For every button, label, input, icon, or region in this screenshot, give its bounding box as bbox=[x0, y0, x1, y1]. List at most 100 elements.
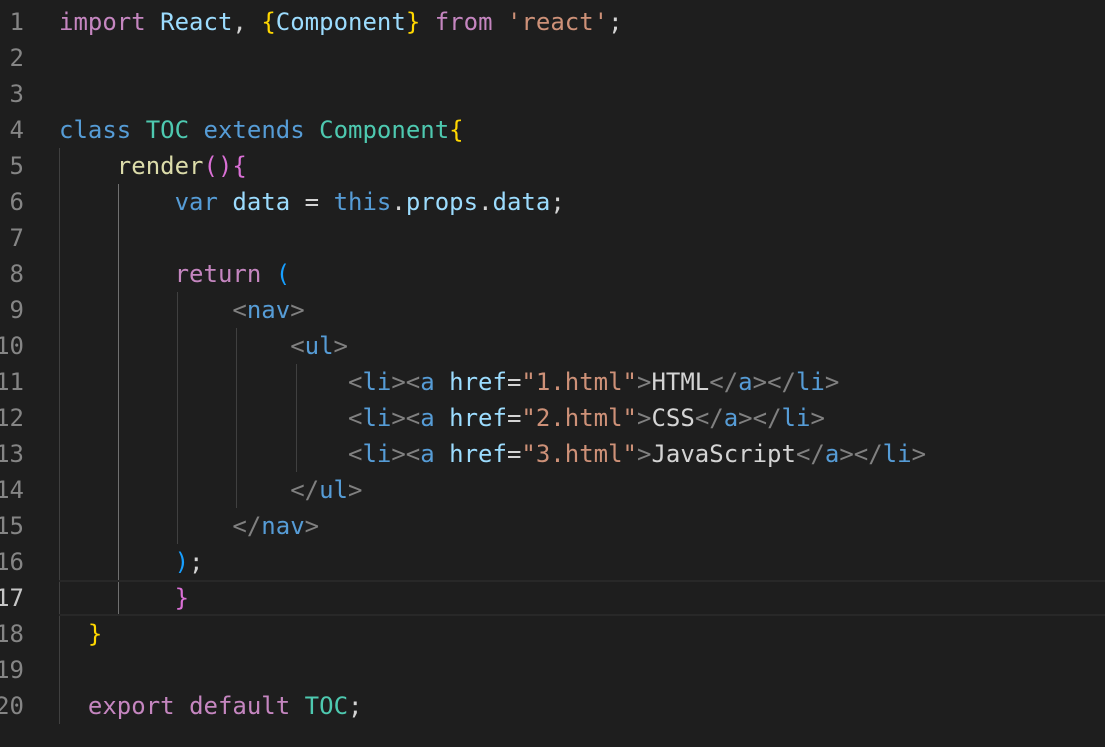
token: ul bbox=[304, 332, 334, 360]
token: extends bbox=[203, 116, 305, 144]
token: Component bbox=[275, 8, 406, 36]
token: default bbox=[189, 692, 291, 720]
code-line-12[interactable]: <li><a href="2.html">CSS</a></li> bbox=[59, 400, 1105, 436]
code-line-6[interactable]: var data = this.props.data; bbox=[59, 184, 1105, 220]
code-editor[interactable]: 1 2 3 4 5 6 7 8 9 10 11 12 13 14 15 16 1… bbox=[0, 0, 1105, 747]
line-number: 9 bbox=[9, 296, 24, 324]
code-line-20[interactable]: export default TOC; bbox=[59, 688, 1105, 724]
token: } bbox=[174, 584, 190, 612]
token: li bbox=[795, 368, 825, 396]
token: , bbox=[232, 8, 262, 36]
code-line-18[interactable]: } bbox=[59, 616, 1105, 652]
code-line-11[interactable]: <li><a href="1.html">HTML</a></li> bbox=[59, 364, 1105, 400]
token: > bbox=[348, 476, 363, 504]
token: ; bbox=[189, 548, 204, 576]
token: a bbox=[723, 404, 739, 432]
token: > bbox=[637, 404, 652, 432]
token: CSS bbox=[651, 404, 695, 432]
token: ; bbox=[550, 188, 565, 216]
line-number: 6 bbox=[9, 188, 24, 216]
token: li bbox=[781, 404, 811, 432]
code-line-8[interactable]: return ( bbox=[59, 256, 1105, 292]
token: = bbox=[506, 404, 522, 432]
code-line-4[interactable]: class TOC extends Component{ bbox=[59, 112, 1105, 148]
code-line-14[interactable]: </ul> bbox=[59, 472, 1105, 508]
line-number-active: 17 bbox=[0, 584, 24, 612]
token: a bbox=[420, 404, 435, 432]
line-number: 1 bbox=[9, 8, 24, 36]
code-line-2[interactable] bbox=[59, 40, 1105, 76]
line-number: 12 bbox=[0, 404, 24, 432]
token: href bbox=[449, 404, 507, 432]
token: data bbox=[232, 188, 291, 216]
token: ( bbox=[275, 260, 291, 288]
token: ) bbox=[217, 152, 233, 180]
token: > bbox=[290, 296, 305, 324]
token: = bbox=[290, 188, 334, 216]
token: data bbox=[492, 188, 551, 216]
token: ( bbox=[203, 152, 218, 180]
token: HTML bbox=[651, 368, 710, 396]
token: < bbox=[290, 332, 305, 360]
token: . bbox=[478, 188, 493, 216]
token: a bbox=[738, 368, 753, 396]
code-line-9[interactable]: <nav> bbox=[59, 292, 1105, 328]
line-number: 14 bbox=[0, 476, 24, 504]
token: </ bbox=[795, 440, 825, 468]
line-number: 16 bbox=[0, 548, 24, 576]
token: from bbox=[434, 8, 493, 36]
token: </ bbox=[767, 368, 796, 396]
line-number: 5 bbox=[9, 152, 24, 180]
token: nav bbox=[246, 296, 291, 324]
code-line-3[interactable] bbox=[59, 76, 1105, 112]
token: </ bbox=[853, 440, 883, 468]
token: { bbox=[261, 8, 276, 36]
token: "3.html" bbox=[521, 440, 637, 468]
token: > bbox=[391, 440, 406, 468]
code-line-17-current[interactable]: } bbox=[59, 580, 1105, 616]
code-line-16[interactable]: ); bbox=[59, 544, 1105, 580]
line-number: 18 bbox=[0, 620, 24, 648]
code-line-15[interactable]: </nav> bbox=[59, 508, 1105, 544]
token: < bbox=[232, 296, 247, 324]
token: < bbox=[405, 440, 421, 468]
token: props bbox=[405, 188, 479, 216]
line-number: 11 bbox=[0, 368, 24, 396]
token: ; bbox=[348, 692, 363, 720]
token: } bbox=[87, 620, 103, 648]
token: > bbox=[810, 404, 825, 432]
line-number: 20 bbox=[0, 692, 24, 720]
code-line-19[interactable] bbox=[59, 652, 1105, 688]
token: </ bbox=[290, 476, 320, 504]
token: > bbox=[333, 332, 348, 360]
line-number: 7 bbox=[9, 224, 24, 252]
token: li bbox=[362, 368, 392, 396]
code-line-5[interactable]: render(){ bbox=[59, 148, 1105, 184]
token: </ bbox=[694, 404, 724, 432]
token: </ bbox=[752, 404, 782, 432]
code-line-7[interactable] bbox=[59, 220, 1105, 256]
token: JavaScript bbox=[651, 440, 796, 468]
token: class bbox=[59, 116, 132, 144]
token: ; bbox=[608, 8, 623, 36]
token: Component bbox=[319, 116, 450, 144]
code-line-1[interactable]: import React, {Component} from 'react'; bbox=[59, 4, 1105, 40]
token: > bbox=[637, 440, 652, 468]
token: li bbox=[882, 440, 912, 468]
token: 'react' bbox=[506, 8, 609, 36]
token: > bbox=[752, 368, 768, 396]
code-line-10[interactable]: <ul> bbox=[59, 328, 1105, 364]
token: < bbox=[347, 440, 363, 468]
token: > bbox=[391, 404, 406, 432]
token: ul bbox=[319, 476, 348, 504]
code-line-13[interactable]: <li><a href="3.html">JavaScript</a></li> bbox=[59, 436, 1105, 472]
code-area[interactable]: import React, {Component} from 'react'; … bbox=[59, 4, 1105, 724]
token: render bbox=[116, 152, 204, 180]
